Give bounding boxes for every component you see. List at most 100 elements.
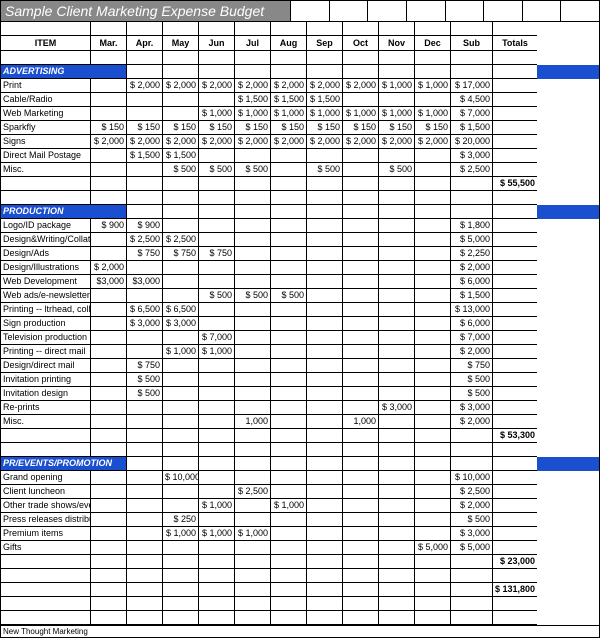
month-cell xyxy=(343,22,379,36)
month-cell xyxy=(307,373,343,387)
total-cell xyxy=(493,51,537,65)
month-cell xyxy=(379,317,415,331)
item-cell: Re-prints xyxy=(1,401,91,415)
item-cell: Print xyxy=(1,79,91,93)
month-cell xyxy=(379,527,415,541)
month-cell: $ 150 xyxy=(307,121,343,135)
month-cell: $ 2,000 xyxy=(307,79,343,93)
month-cell xyxy=(235,275,271,289)
table-row: Press releases distribution$ 250$ 500 xyxy=(1,513,599,527)
month-cell xyxy=(343,303,379,317)
month-cell xyxy=(235,443,271,457)
month-cell xyxy=(307,415,343,429)
month-cell xyxy=(235,401,271,415)
month-cell xyxy=(271,247,307,261)
table-row: Invitation design$ 500$ 500 xyxy=(1,387,599,401)
month-cell xyxy=(91,317,127,331)
sub-cell xyxy=(451,583,493,597)
month-cell xyxy=(343,401,379,415)
title-cell: Sample Client Marketing Expense Budget xyxy=(1,1,291,22)
month-cell xyxy=(235,345,271,359)
month-cell xyxy=(127,485,163,499)
month-cell xyxy=(127,261,163,275)
month-cell xyxy=(163,555,199,569)
month-cell xyxy=(307,429,343,443)
month-cell xyxy=(127,429,163,443)
section-header: PR/EVENTS/PROMOTION xyxy=(1,457,599,471)
month-cell xyxy=(199,275,235,289)
month-cell xyxy=(307,51,343,65)
month-cell xyxy=(415,569,451,583)
column-headers: ITEMMar.Apr.MayJunJulAugSepOctNovDecSubT… xyxy=(1,36,599,51)
month-cell xyxy=(307,233,343,247)
month-cell: $ 500 xyxy=(271,289,307,303)
month-cell xyxy=(343,387,379,401)
sub-cell xyxy=(451,597,493,611)
month-cell: $ 150 xyxy=(91,121,127,135)
month-cell xyxy=(343,499,379,513)
month-cell xyxy=(271,177,307,191)
month-cell: $ 750 xyxy=(199,247,235,261)
month-cell xyxy=(271,429,307,443)
month-cell xyxy=(379,22,415,36)
month-cell xyxy=(235,429,271,443)
total-cell xyxy=(493,317,537,331)
month-cell xyxy=(343,373,379,387)
month-cell xyxy=(235,513,271,527)
month-cell xyxy=(415,471,451,485)
sub-cell: $ 3,000 xyxy=(451,149,493,163)
month-cell xyxy=(415,401,451,415)
month-cell xyxy=(127,611,163,625)
table-body: ADVERTISINGPrint$ 2,000$ 2,000$ 2,000$ 2… xyxy=(1,65,599,583)
section-name: ADVERTISING xyxy=(1,65,127,79)
month-cell xyxy=(91,429,127,443)
sub-cell: $ 17,000 xyxy=(451,79,493,93)
month-cell xyxy=(163,51,199,65)
month-cell xyxy=(307,583,343,597)
month-cell xyxy=(307,569,343,583)
month-cell xyxy=(379,415,415,429)
month-cell: $ 2,000 xyxy=(199,135,235,149)
table-row: Design&Writing/Collateral$ 2,500$ 2,500$… xyxy=(1,233,599,247)
month-cell xyxy=(415,219,451,233)
total-cell xyxy=(493,597,537,611)
month-cell xyxy=(379,359,415,373)
month-cell xyxy=(415,163,451,177)
table-row: Sparkfly$ 150$ 150$ 150$ 150$ 150$ 150$ … xyxy=(1,121,599,135)
item-cell: Premium items xyxy=(1,527,91,541)
month-cell xyxy=(379,275,415,289)
month-cell xyxy=(307,219,343,233)
month-cell xyxy=(199,541,235,555)
month-cell: $ 500 xyxy=(199,163,235,177)
item-cell xyxy=(1,429,91,443)
item-cell: Sparkfly xyxy=(1,121,91,135)
sub-cell: $ 1,500 xyxy=(451,121,493,135)
sub-cell xyxy=(451,429,493,443)
month-cell xyxy=(343,513,379,527)
month-cell: $ 1,500 xyxy=(163,149,199,163)
total-cell xyxy=(493,401,537,415)
month-cell xyxy=(91,289,127,303)
month-cell xyxy=(91,177,127,191)
month-cell xyxy=(91,569,127,583)
month-cell xyxy=(235,611,271,625)
month-cell xyxy=(271,583,307,597)
month-cell xyxy=(271,555,307,569)
month-cell xyxy=(343,247,379,261)
sub-cell: $ 20,000 xyxy=(451,135,493,149)
sub-cell: $ 7,000 xyxy=(451,107,493,121)
month-cell: $ 150 xyxy=(199,121,235,135)
month-cell: $ 1,000 xyxy=(199,345,235,359)
month-cell xyxy=(235,583,271,597)
header-cell: Mar. xyxy=(91,36,127,51)
header-cell: Jun xyxy=(199,36,235,51)
month-cell xyxy=(271,163,307,177)
item-cell: Misc. xyxy=(1,163,91,177)
header-cell: Totals xyxy=(493,36,537,51)
month-cell: $ 1,000 xyxy=(235,107,271,121)
header-cell: Sep xyxy=(307,36,343,51)
month-cell xyxy=(307,387,343,401)
month-cell xyxy=(199,93,235,107)
month-cell xyxy=(271,471,307,485)
month-cell xyxy=(271,415,307,429)
